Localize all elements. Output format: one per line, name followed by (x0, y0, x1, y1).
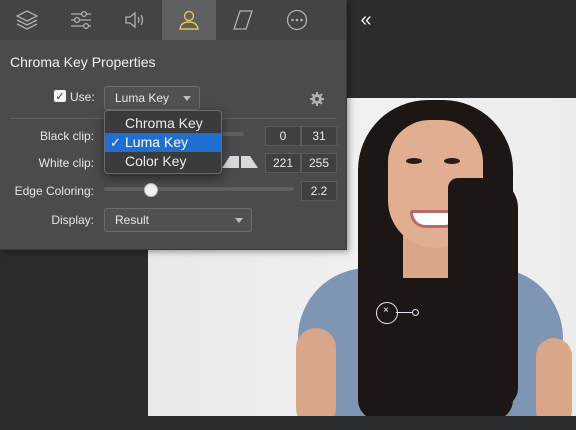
menu-item-label: Chroma Key (125, 115, 203, 131)
menu-item-label: Color Key (125, 153, 187, 169)
parallelogram-icon (233, 10, 253, 30)
black-clip-label: Black clip: (39, 129, 94, 143)
layers-icon (15, 10, 39, 30)
display-select[interactable]: Result (104, 208, 252, 232)
key-type-select[interactable]: Luma Key (104, 86, 200, 110)
white-clip-high-field[interactable]: 255 (301, 153, 337, 173)
menu-item-color-key[interactable]: Color Key (105, 152, 221, 171)
speaker-icon (125, 11, 144, 29)
menu-item-label: Luma Key (125, 134, 189, 150)
chevron-down-icon (183, 96, 191, 101)
panel-toolbar (0, 0, 346, 40)
edge-coloring-label: Edge Coloring: (14, 184, 94, 198)
menu-item-luma-key[interactable]: ✓ Luma Key (105, 133, 221, 152)
tab-layers[interactable] (0, 0, 54, 40)
tab-more[interactable] (270, 0, 324, 40)
tab-transform[interactable] (216, 0, 270, 40)
white-clip-range-handles[interactable] (222, 154, 258, 170)
subject-hair-right (448, 178, 518, 408)
edge-coloring-field[interactable]: 2.2 (301, 181, 337, 201)
black-clip-high-field[interactable]: 31 (301, 126, 337, 146)
checkmark-icon: ✓ (55, 90, 65, 103)
black-clip-low-field[interactable]: 0 (265, 126, 301, 146)
use-label: Use: (70, 90, 95, 104)
tab-audio[interactable] (108, 0, 162, 40)
color-picker-handle-dot[interactable] (412, 309, 419, 316)
key-type-select-value: Luma Key (115, 91, 170, 105)
checkmark-icon: ✓ (110, 135, 121, 150)
key-type-menu: Chroma Key ✓ Luma Key Color Key (104, 110, 222, 174)
edge-coloring-slider-track[interactable] (104, 187, 294, 191)
white-clip-low-field[interactable]: 221 (265, 153, 301, 173)
sliders-icon (71, 10, 91, 30)
color-picker-cross-icon: × (383, 305, 389, 316)
panel-title: Chroma Key Properties (10, 54, 156, 70)
subject-left-arm (296, 328, 336, 416)
tab-adjustments[interactable] (54, 0, 108, 40)
display-label: Display: (51, 213, 94, 227)
menu-item-chroma-key[interactable]: Chroma Key (105, 114, 221, 133)
display-select-value: Result (115, 213, 150, 227)
more-icon (286, 9, 308, 31)
tab-chroma-key[interactable] (162, 0, 216, 40)
edge-coloring-slider-knob[interactable] (143, 183, 158, 197)
subject-left-eye (406, 158, 422, 164)
collapse-panel-button[interactable]: « (346, 0, 386, 40)
gear-icon[interactable] (308, 90, 326, 108)
double-chevron-left-icon: « (360, 8, 372, 31)
use-checkbox[interactable]: ✓ (54, 90, 66, 103)
subject-right-eye (444, 158, 460, 164)
chevron-down-icon (235, 218, 243, 223)
color-picker-handle-line (396, 312, 412, 313)
subject-right-arm (536, 338, 572, 416)
chroma-key-panel: Chroma Key Properties ✓ Use: Luma Key Bl… (0, 0, 347, 250)
white-clip-label: White clip: (38, 156, 94, 170)
person-icon (179, 10, 199, 30)
